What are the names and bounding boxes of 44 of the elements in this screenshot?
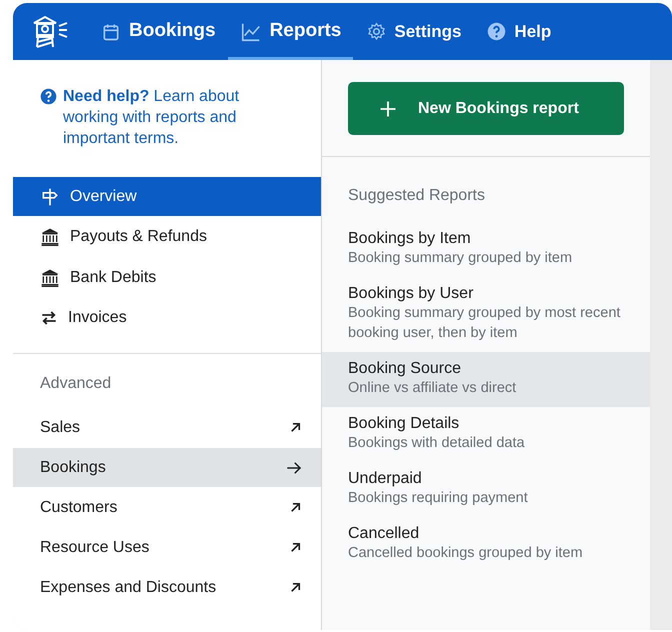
help-link[interactable]: Need help? Learn about working with reports and important terms. bbox=[63, 86, 271, 149]
section-heading: Suggested Reports bbox=[347, 186, 486, 206]
menu-item[interactable]: Overview bbox=[13, 177, 321, 216]
report-title: Bookings by Item bbox=[348, 229, 472, 248]
calendar-icon bbox=[101, 22, 121, 42]
settings-icon bbox=[367, 22, 386, 41]
report-item[interactable]: Cancelled Cancelled bookings grouped by item bbox=[322, 517, 650, 572]
plus-icon bbox=[378, 98, 398, 118]
report-description: Bookings with detailed data bbox=[348, 434, 526, 453]
menu-item[interactable]: Resource Uses bbox=[13, 528, 321, 567]
menu-item[interactable]: Customers bbox=[13, 488, 321, 527]
report-description: Cancelled bookings grouped by item bbox=[348, 544, 584, 563]
menu-item[interactable]: Payouts & Refunds bbox=[13, 218, 321, 256]
report-item[interactable]: Underpaid Bookings requiring payment bbox=[322, 462, 650, 517]
menu-item[interactable]: Expenses and Discounts bbox=[13, 568, 321, 607]
new-report-button[interactable]: New Bookings report bbox=[348, 82, 624, 135]
report-title: Booking Source bbox=[348, 359, 462, 378]
menu-item[interactable]: Bookings bbox=[13, 448, 321, 487]
report-item[interactable]: Bookings by Item Booking summary grouped by item bbox=[322, 222, 650, 277]
report-title: Bookings by User bbox=[348, 284, 474, 303]
nav-tab[interactable]: Help bbox=[473, 3, 564, 60]
report-description: Bookings requiring payment bbox=[348, 489, 529, 508]
report-item[interactable]: Bookings by User Booking summary grouped by most recent booking user, then by item bbox=[322, 277, 650, 352]
menu-item[interactable]: Sales bbox=[13, 408, 321, 447]
report-item[interactable]: Booking Details Bookings with detailed data bbox=[322, 407, 650, 462]
report-title: Underpaid bbox=[348, 469, 423, 488]
logo-icon bbox=[31, 14, 69, 50]
report-title: Cancelled bbox=[348, 524, 420, 543]
report-description: Online vs affiliate vs direct bbox=[348, 379, 518, 398]
nav-tab[interactable]: Bookings bbox=[89, 3, 228, 60]
bank-icon bbox=[40, 227, 60, 247]
report-item[interactable]: Booking Source Online vs affiliate vs direct bbox=[322, 352, 650, 407]
section-heading: Advanced bbox=[39, 374, 112, 394]
nav-tab[interactable]: Settings bbox=[353, 3, 474, 60]
signpost-icon bbox=[40, 186, 60, 206]
report-description: Booking summary grouped by item bbox=[348, 249, 574, 268]
menu-item[interactable]: Bank Debits bbox=[13, 258, 321, 297]
menu-item[interactable]: Invoices bbox=[13, 298, 321, 338]
help-icon bbox=[487, 22, 506, 41]
report-title: Booking Details bbox=[348, 414, 460, 433]
help-icon bbox=[40, 88, 57, 105]
report-description: Booking summary grouped by most recent booking user, then by item bbox=[348, 304, 622, 343]
swap-arrows-icon bbox=[40, 309, 58, 327]
bank-icon bbox=[40, 268, 60, 288]
